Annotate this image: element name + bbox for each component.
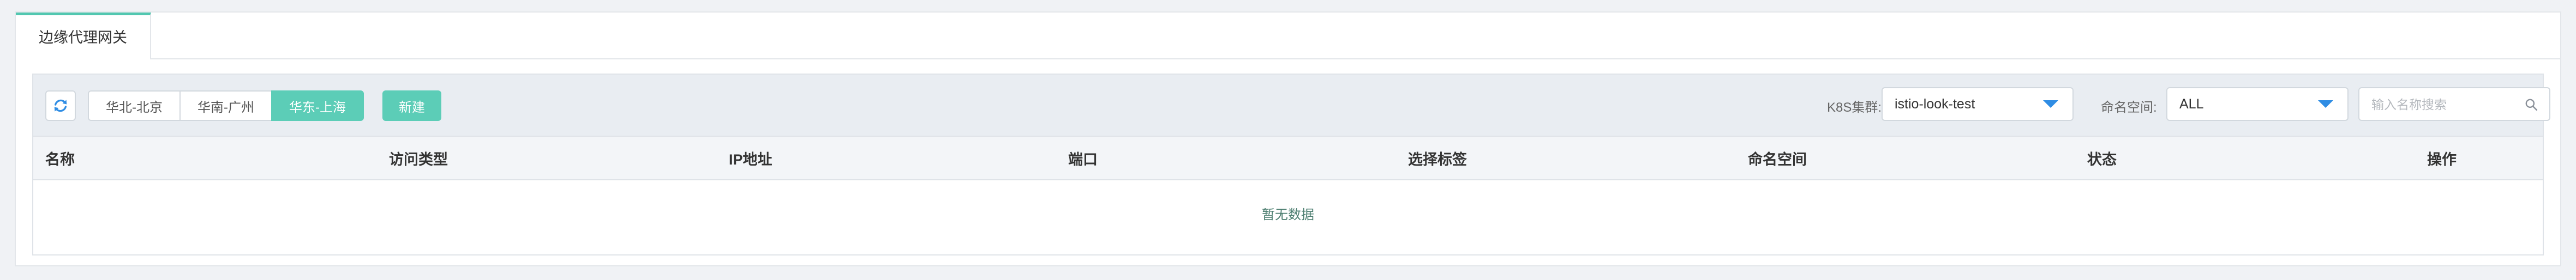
namespace-select-value: ALL [2179,96,2204,112]
cluster-select-value: istio-look-test [1895,96,1975,112]
chevron-down-icon [2318,100,2333,108]
search-input[interactable] [2370,94,2520,115]
namespace-label: 命名空间: [2101,100,2157,115]
cluster-label: K8S集群: [1827,100,1882,115]
region-button-shanghai[interactable]: 华东-上海 [271,90,364,121]
column-header-port: 端口 [1068,151,1098,168]
region-button-guangzhou[interactable]: 华南-广州 [179,90,272,121]
namespace-select[interactable]: ALL [2166,87,2349,121]
column-header-actions: 操作 [2427,151,2457,168]
column-header-selector-labels: 选择标签 [1408,151,1467,168]
gateway-content: 华北-北京 华南-广州 华东-上海 新建 K8S集群: istio-look-t… [32,74,2550,255]
region-button-beijing[interactable]: 华北-北京 [88,90,181,121]
empty-state-text: 暂无数据 [1262,207,1314,222]
tab-bar: 边缘代理网关 [16,13,2560,59]
column-header-namespace: 命名空间 [1748,151,1807,168]
column-header-name: 名称 [45,151,75,168]
search-icon[interactable] [2524,98,2538,112]
column-header-ip-address: IP地址 [729,151,772,168]
column-header-status: 状态 [2087,151,2117,168]
new-button[interactable]: 新建 [382,90,441,121]
refresh-icon [54,99,67,112]
cluster-select[interactable]: istio-look-test [1882,87,2074,121]
region-selector: 华北-北京 华南-广州 华东-上海 [88,90,364,121]
search-box [2358,87,2550,121]
column-header-access-type: 访问类型 [389,151,448,168]
table-header: 名称 访问类型 IP地址 端口 选择标签 命名空间 状态 操作 [33,136,2543,180]
chevron-down-icon [2043,100,2058,108]
refresh-button[interactable] [45,90,76,121]
toolbar: 华北-北京 华南-广州 华东-上海 新建 K8S集群: istio-look-t… [33,75,2550,136]
tab-edge-proxy-gateway[interactable]: 边缘代理网关 [16,13,151,59]
gateway-panel: 边缘代理网关 华北-北京 华南-广州 华东-上海 新建 K8S集群: istio… [15,11,2561,266]
